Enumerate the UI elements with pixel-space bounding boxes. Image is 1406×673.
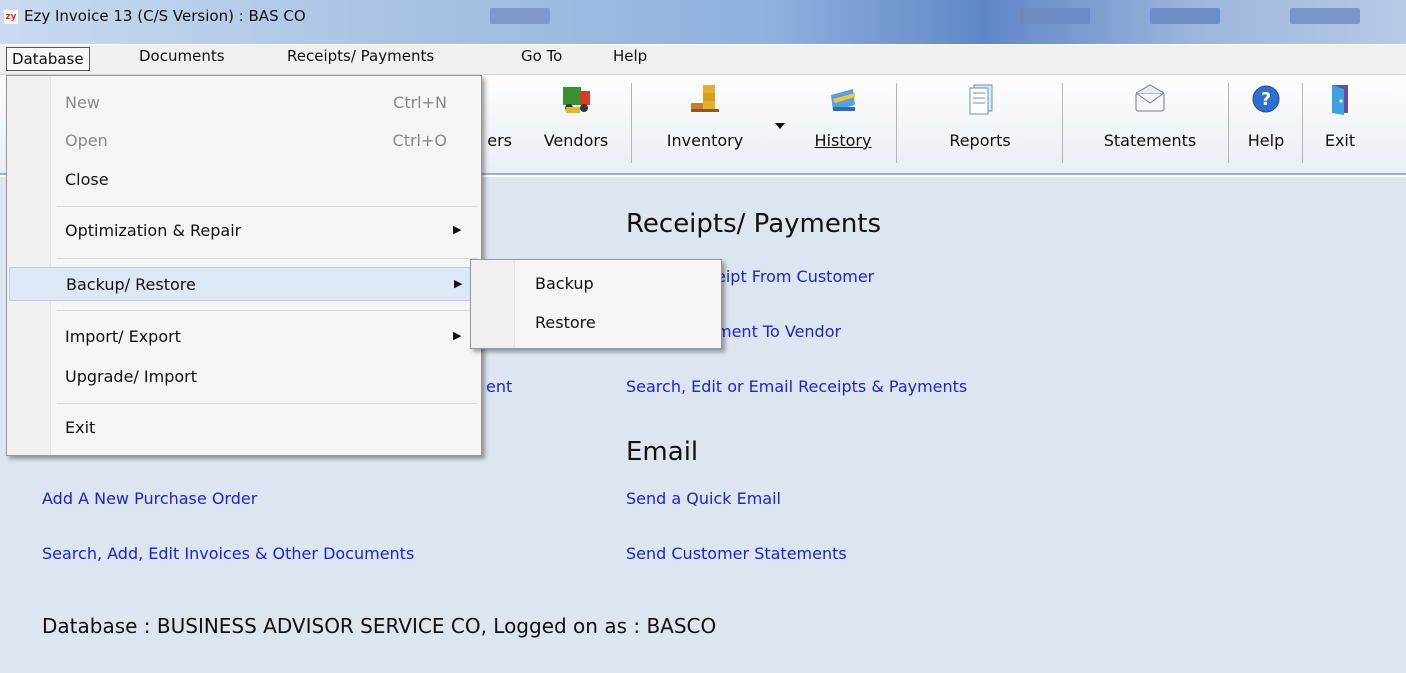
submenu-item-restore[interactable]: Restore [535,313,596,332]
backup-restore-submenu: Backup Restore [470,259,722,349]
exit-door-icon [1332,85,1348,115]
menu-item-label: Upgrade/ Import [65,367,197,386]
truck-icon [563,87,590,113]
send-quick-email-link[interactable]: Send a Quick Email [626,489,781,508]
receipts-payments-heading: Receipts/ Payments [626,209,882,239]
submenu-arrow-icon: ▶ [453,329,462,342]
menu-item-label: Optimization & Repair [65,221,242,240]
inventory-icon [691,85,719,112]
inventory-dropdown-arrow[interactable] [770,75,790,175]
menu-separator [57,310,477,311]
toolbar-divider [631,83,632,163]
toolbar-divider [896,83,897,163]
submenu-arrow-icon: ▶ [453,223,462,236]
history-button[interactable]: History [796,75,890,175]
title-bar: zy Ezy Invoice 13 (C/S Version) : BAS CO [0,0,1406,44]
menu-separator [57,403,477,404]
menu-item-upgrade-import[interactable]: Upgrade/ Import [9,360,479,394]
menu-item-label: Backup/ Restore [66,275,196,294]
help-button[interactable]: ? Help [1236,75,1296,175]
reports-icon [969,84,993,115]
toolbar-divider [1062,83,1063,163]
history-label: History [796,131,890,150]
history-label-text: History [814,131,872,150]
menu-item-shortcut: Ctrl+O [392,131,447,150]
toolbar-divider [1302,83,1303,163]
toolbar-divider [1228,83,1229,163]
receipt-from-customer-link[interactable]: eipt From Customer [716,267,874,286]
app-icon: zy [4,10,18,24]
inventory-button[interactable]: Inventory [644,75,766,175]
help-label: Help [1247,131,1285,150]
envelope-icon [1135,84,1165,112]
vendors-button[interactable]: Vendors [528,75,624,175]
submenu-item-backup[interactable]: Backup [535,274,594,293]
exit-label-text: Exit [1324,131,1356,150]
menu-item-label: Import/ Export [65,327,181,346]
vendors-label: Vendors [543,131,609,150]
menu-item-shortcut: Ctrl+N [393,93,447,112]
window-title: Ezy Invoice 13 (C/S Version) : BAS CO [24,7,306,25]
help-icon: ? [1252,85,1280,113]
menu-item-label: Open [65,131,108,150]
svg-text:?: ? [1261,89,1271,110]
history-icon [831,89,855,111]
add-purchase-order-link[interactable]: Add A New Purchase Order [42,489,257,508]
menu-item-label: Exit [65,418,96,437]
menu-receipts-payments[interactable]: Receipts/ Payments [282,47,439,71]
email-heading: Email [626,437,699,467]
statements-label: Statements [1103,131,1197,150]
payment-to-vendor-link[interactable]: ment To Vendor [716,322,841,341]
menu-database[interactable]: Database [6,47,90,71]
menu-separator [57,206,477,207]
menu-bar: Database Documents Receipts/ Payments Go… [0,45,1406,75]
menu-item-backup-restore[interactable]: Backup/ Restore ▶ [9,267,479,301]
submenu-arrow-icon: ▶ [454,277,463,290]
menu-item-new[interactable]: New Ctrl+N [9,86,479,120]
menu-item-open[interactable]: Open Ctrl+O [9,124,479,158]
titlebar-decoration [1020,8,1090,24]
menu-item-label: Close [65,170,109,189]
menu-item-optimization-repair[interactable]: Optimization & Repair ▶ [9,214,479,248]
titlebar-decoration [490,8,550,24]
titlebar-decoration [1290,8,1360,24]
menu-separator [57,258,477,259]
status-line: Database : BUSINESS ADVISOR SERVICE CO, … [42,614,717,638]
reports-label: Reports [949,131,1011,150]
statements-button[interactable]: Statements [1080,75,1220,175]
menu-item-exit[interactable]: Exit [9,411,479,445]
submenu-gutter [471,260,515,348]
exit-label: Exit [1308,131,1372,150]
documents-link-partial[interactable]: ent [486,377,512,396]
search-receipts-link[interactable]: Search, Edit or Email Receipts & Payment… [626,377,967,396]
database-menu: New Ctrl+N Open Ctrl+O Close Optimizatio… [6,75,482,456]
menu-item-label: New [65,93,100,112]
reports-button[interactable]: Reports [920,75,1040,175]
menu-item-close[interactable]: Close [9,163,479,197]
send-statements-link[interactable]: Send Customer Statements [626,544,847,563]
menu-help[interactable]: Help [608,47,652,71]
titlebar-decoration [1150,8,1220,24]
menu-go-to[interactable]: Go To [516,47,567,71]
search-invoices-link[interactable]: Search, Add, Edit Invoices & Other Docum… [42,544,414,563]
menu-documents[interactable]: Documents [134,47,230,71]
menu-item-import-export[interactable]: Import/ Export ▶ [9,320,479,354]
inventory-label: Inventory [666,131,744,150]
exit-button[interactable]: Exit [1308,75,1372,175]
chevron-down-icon [775,123,785,129]
